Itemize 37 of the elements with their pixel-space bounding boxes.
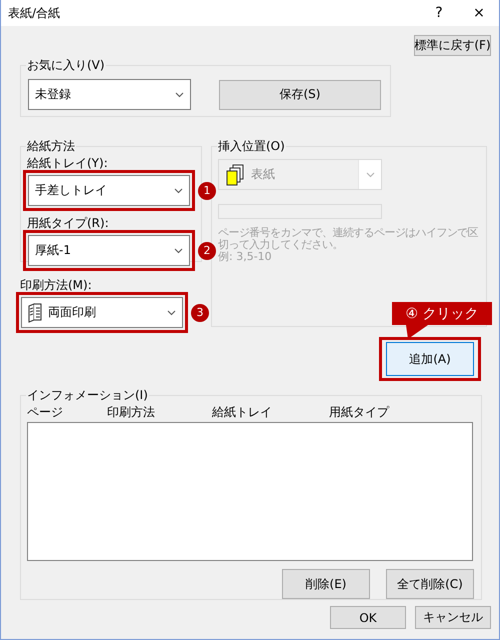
window-title: 表紙/合紙 <box>8 4 62 22</box>
chevron-icon <box>166 310 176 316</box>
add-button[interactable]: 追加(A) <box>386 342 474 376</box>
tray-dropdown[interactable]: 手差しトレイ <box>28 175 190 206</box>
field-label: 用紙タイプ(R): <box>27 217 110 230</box>
group-label: インフォメーション(I) <box>27 388 148 402</box>
field-label: 給紙トレイ(Y): <box>27 157 109 170</box>
save-button[interactable]: 保存(S) <box>219 80 381 110</box>
close-button[interactable]: × <box>459 5 499 21</box>
group-label: 挿入位置(O) <box>218 139 285 153</box>
booklet-icon <box>28 302 42 322</box>
column-header: 印刷方法 <box>107 404 156 421</box>
step-marker: 1 <box>198 182 216 200</box>
paper-type-dropdown[interactable]: 厚紙-1 <box>28 235 190 266</box>
step-marker: 2 <box>198 242 216 260</box>
reset-button[interactable]: 標準に戻す(F) <box>414 35 491 56</box>
column-header: ページ <box>27 404 64 421</box>
ok-button[interactable]: OK <box>330 606 406 629</box>
chevron-icon <box>174 248 182 254</box>
chevron-icon <box>174 188 182 194</box>
hint-text: ページ番号をカンマで、連続するページはハイフンで区切って入力してください。 <box>218 227 480 251</box>
column-header: 給紙トレイ <box>212 404 273 421</box>
field-label: 印刷方法(M): <box>20 279 93 292</box>
pages-icon <box>225 164 245 186</box>
chevron-icon <box>366 172 374 178</box>
print-method-dropdown[interactable]: 両面印刷 <box>21 297 183 328</box>
example-text: 例: 3,5-10 <box>218 251 273 263</box>
delete-all-button[interactable]: 全て削除(C) <box>386 569 474 599</box>
delete-button[interactable]: 削除(E) <box>282 569 370 599</box>
chevron-icon <box>174 92 184 98</box>
help-button[interactable]: ? <box>419 5 459 21</box>
favorites-dropdown[interactable]: 未登録 <box>28 79 191 110</box>
group-label: お気に入り(V) <box>27 58 105 72</box>
cancel-button[interactable]: キャンセル <box>415 606 491 629</box>
group-label: 給紙方法 <box>27 139 75 153</box>
step-marker: 3 <box>191 304 209 322</box>
column-header: 用紙タイプ <box>329 404 390 421</box>
